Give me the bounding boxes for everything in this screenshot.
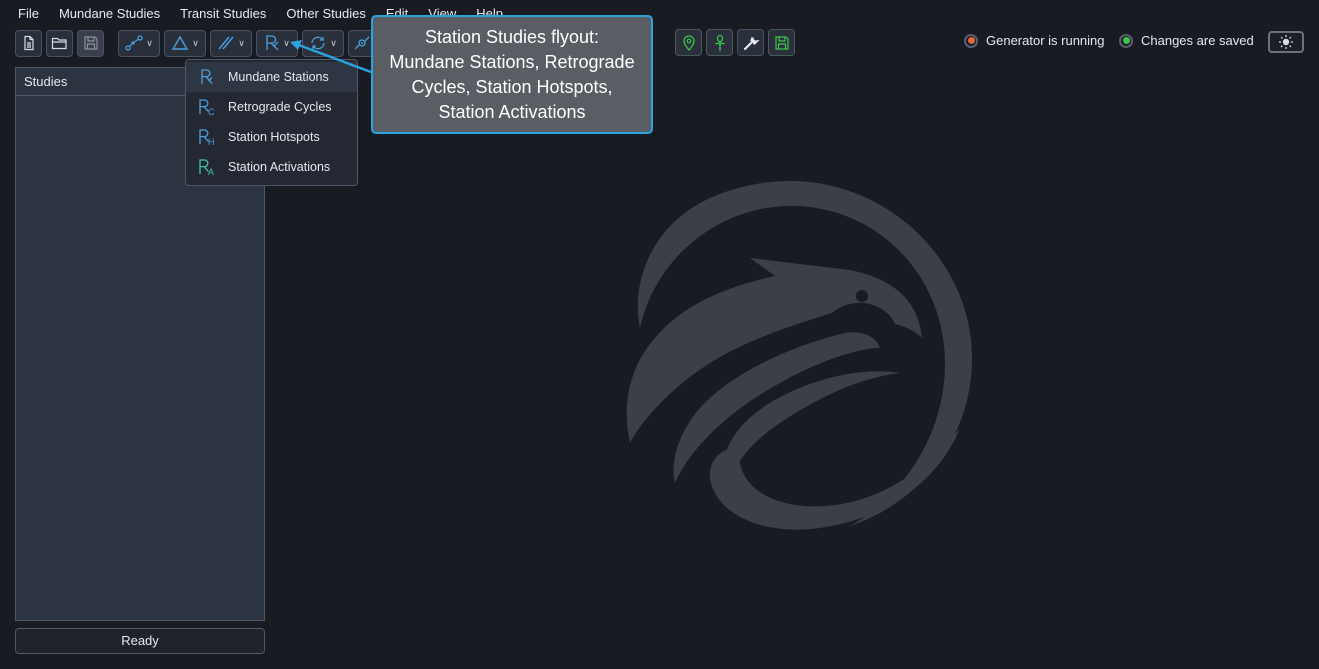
graph-node-dropdown[interactable]: ∨ [118, 29, 160, 57]
dropdown-item-label: Station Hotspots [228, 130, 320, 144]
generator-status-label: Generator is running [986, 33, 1105, 48]
generator-status: Generator is running [964, 33, 1105, 48]
map-pin-icon [682, 34, 695, 51]
station-rx-icon [266, 35, 279, 51]
saved-status-dot [1119, 33, 1133, 48]
callout-line: Station Studies flyout: [424, 27, 600, 47]
menu-mundane-studies[interactable]: Mundane Studies [49, 0, 170, 28]
map-pin-button[interactable] [675, 29, 702, 56]
save-button[interactable] [77, 29, 104, 57]
saved-status-label: Changes are saved [1141, 33, 1254, 48]
callout-line: Mundane Stations, Retrograde [389, 52, 635, 72]
callout-line: Cycles, Station Hotspots, [411, 77, 613, 97]
chevron-down-icon: ∨ [146, 37, 153, 48]
menu-other-studies[interactable]: Other Studies [276, 0, 376, 28]
rx-a-icon: A [198, 157, 218, 177]
svg-text:H: H [208, 137, 215, 147]
wrench-icon [743, 36, 760, 50]
parallel-lines-dropdown[interactable]: ∨ [210, 29, 252, 57]
save-icon [83, 36, 98, 50]
generator-status-dot [964, 33, 978, 48]
wrench-button[interactable] [737, 29, 764, 56]
dropdown-item-station-hotspots[interactable]: H Station Hotspots [186, 122, 357, 152]
station-studies-dropdown[interactable]: ∨ [256, 29, 298, 57]
save-disk-icon [774, 35, 789, 50]
station-studies-flyout: Mundane Stations C Retrograde Cycles H S… [185, 59, 358, 186]
save-disk-button[interactable] [768, 29, 795, 56]
parallel-lines-icon [218, 36, 234, 50]
rx-h-icon: H [198, 127, 218, 147]
dropdown-item-mundane-stations[interactable]: Mundane Stations [186, 62, 357, 92]
toolbar-right [675, 29, 795, 56]
open-folder-icon [51, 37, 67, 50]
chevron-down-icon: ∨ [283, 37, 290, 48]
triangle-dropdown[interactable]: ∨ [164, 29, 206, 57]
new-file-button[interactable] [15, 29, 42, 57]
status-bar: Ready [15, 628, 265, 654]
open-folder-button[interactable] [46, 29, 73, 57]
dropdown-item-retrograde-cycles[interactable]: C Retrograde Cycles [186, 92, 357, 122]
graph-node-icon [125, 35, 143, 51]
triangle-icon [171, 35, 189, 50]
ankh-button[interactable] [706, 29, 733, 56]
dropdown-item-label: Station Activations [228, 160, 331, 174]
target-icon [354, 36, 369, 50]
theme-toggle-button[interactable] [1268, 31, 1304, 53]
ankh-icon [715, 34, 724, 51]
new-file-icon [23, 35, 34, 51]
menu-file[interactable]: File [8, 0, 49, 28]
rx-c-icon: C [198, 97, 218, 117]
svg-text:A: A [208, 167, 214, 177]
cycle-dropdown[interactable]: ∨ [302, 29, 344, 57]
saved-status: Changes are saved [1119, 33, 1254, 48]
dropdown-item-station-activations[interactable]: A Station Activations [186, 152, 357, 182]
eagle-logo [626, 181, 972, 530]
chevron-down-icon: ∨ [238, 37, 245, 48]
callout-line: Station Activations [438, 102, 586, 122]
rx-icon [198, 67, 218, 87]
app-window: File Mundane Studies Transit Studies Oth… [0, 0, 1319, 669]
chevron-down-icon: ∨ [192, 37, 199, 48]
menu-transit-studies[interactable]: Transit Studies [170, 0, 276, 28]
toolbar: ∨ ∨ ∨ ∨ ∨ [15, 29, 375, 57]
chevron-down-icon: ∨ [330, 37, 337, 48]
sun-icon [1279, 35, 1293, 49]
dropdown-item-label: Mundane Stations [228, 70, 329, 84]
annotation-callout: Station Studies flyout: Mundane Stations… [371, 15, 653, 134]
svg-text:C: C [208, 107, 215, 117]
dropdown-item-label: Retrograde Cycles [228, 100, 332, 114]
cycle-icon [311, 36, 325, 50]
